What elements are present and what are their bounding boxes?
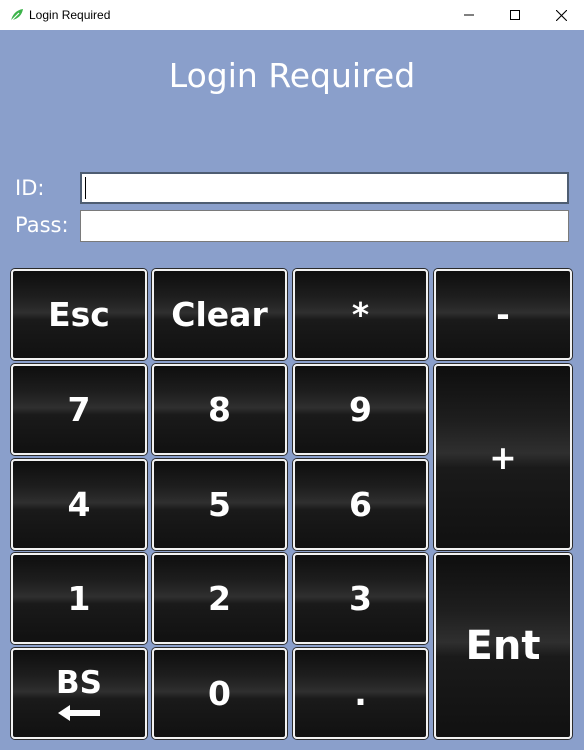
app-leaf-icon [9, 7, 25, 23]
left-arrow-icon [58, 704, 100, 721]
digit-5-key[interactable]: 5 [152, 459, 287, 550]
enter-key[interactable]: Ent [434, 553, 572, 739]
password-field[interactable] [80, 210, 569, 242]
close-button[interactable] [538, 0, 584, 30]
minimize-icon [464, 14, 474, 16]
window-title: Login Required [29, 8, 111, 22]
maximize-button[interactable] [492, 0, 538, 30]
title-bar: Login Required [0, 0, 584, 30]
plus-key[interactable]: + [434, 364, 572, 550]
digit-6-key[interactable]: 6 [293, 459, 428, 550]
maximize-icon [510, 10, 520, 20]
digit-9-key[interactable]: 9 [293, 364, 428, 455]
digit-3-key[interactable]: 3 [293, 553, 428, 644]
text-caret [85, 177, 86, 199]
digit-1-key[interactable]: 1 [11, 553, 147, 644]
digit-4-key[interactable]: 4 [11, 459, 147, 550]
id-field[interactable] [80, 172, 569, 204]
id-label: ID: [15, 176, 45, 200]
digit-2-key[interactable]: 2 [152, 553, 287, 644]
digit-0-key[interactable]: 0 [152, 648, 287, 739]
backspace-key[interactable]: BS [11, 648, 147, 739]
close-icon [555, 9, 567, 21]
esc-key[interactable]: Esc [11, 269, 147, 360]
backspace-label: BS [56, 664, 102, 701]
minimize-button[interactable] [446, 0, 492, 30]
multiply-key[interactable]: * [293, 269, 428, 360]
decimal-key[interactable]: . [293, 648, 428, 739]
page-title: Login Required [168, 56, 416, 95]
digit-7-key[interactable]: 7 [11, 364, 147, 455]
clear-key[interactable]: Clear [152, 269, 287, 360]
digit-8-key[interactable]: 8 [152, 364, 287, 455]
minus-key[interactable]: - [434, 269, 572, 360]
pass-label: Pass: [15, 213, 69, 237]
